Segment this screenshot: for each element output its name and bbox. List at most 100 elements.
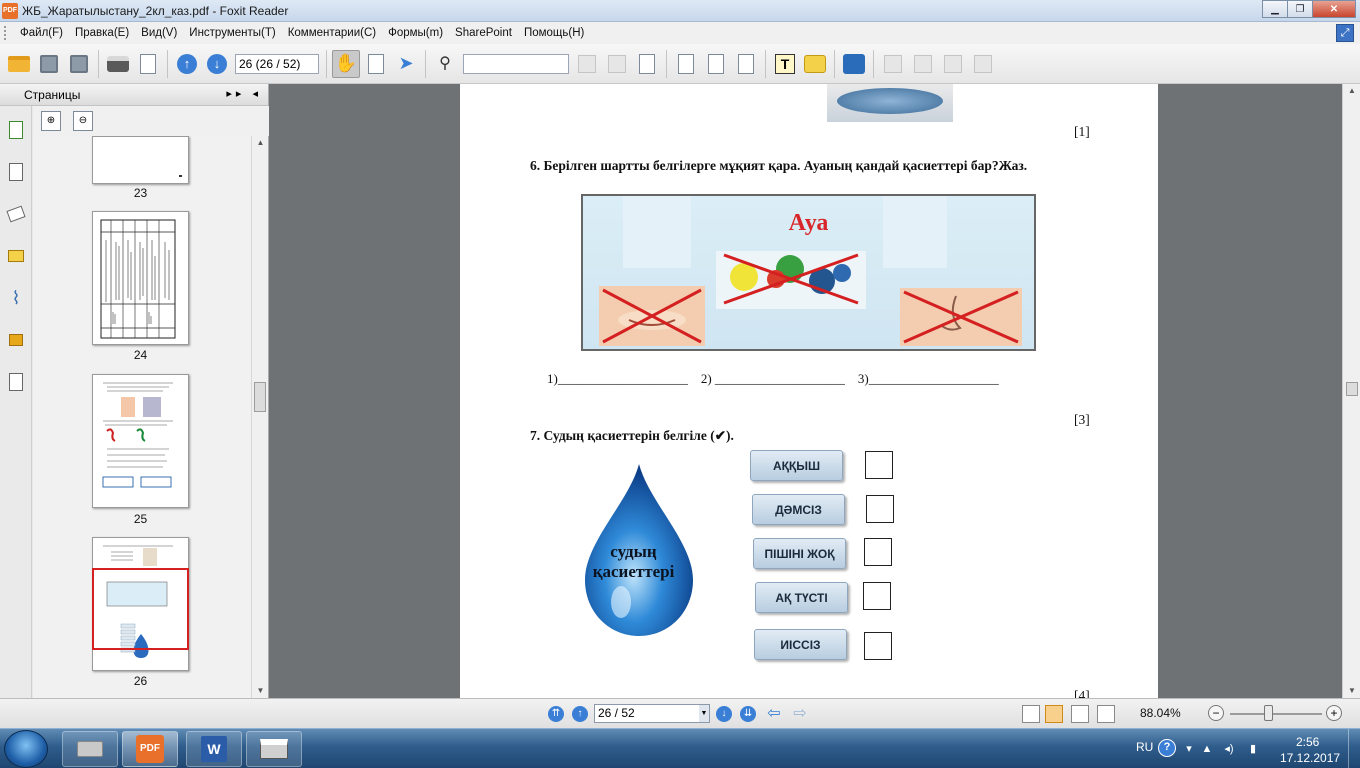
property-button-shapeless[interactable]: ПІШІНІ ЖОҚ: [753, 538, 846, 569]
scroll-down-arrow-icon[interactable]: ▼: [252, 684, 269, 698]
find-button[interactable]: ⚲: [431, 50, 459, 78]
current-view-box[interactable]: [92, 568, 189, 650]
sharepoint-button[interactable]: [840, 50, 868, 78]
network-icon[interactable]: ▮: [1246, 742, 1260, 756]
keyboard-icon[interactable]: ▾: [1182, 742, 1196, 756]
answer-blanks[interactable]: 1)____________________ 2) ______________…: [547, 371, 999, 387]
email-button[interactable]: [134, 50, 162, 78]
page-select-field[interactable]: 26 / 52 ▼: [594, 704, 710, 723]
pdf-create-button[interactable]: [879, 50, 907, 78]
fullscreen-icon[interactable]: ⤢: [1336, 24, 1354, 42]
menu-tools[interactable]: Инструменты(T): [183, 22, 281, 44]
menu-help[interactable]: Помощь(H): [518, 22, 590, 44]
taskbar-printer[interactable]: [246, 731, 302, 767]
maximize-button[interactable]: ❐: [1287, 0, 1313, 18]
menu-edit[interactable]: Правка(E): [69, 22, 135, 44]
pdf-export-button[interactable]: [939, 50, 967, 78]
start-button[interactable]: [4, 730, 48, 768]
print-button[interactable]: [104, 50, 132, 78]
open-button[interactable]: [5, 50, 33, 78]
typewriter-button[interactable]: T: [771, 50, 799, 78]
volume-icon[interactable]: ◂): [1222, 742, 1236, 756]
scroll-up-arrow-icon[interactable]: ▲: [1343, 84, 1360, 98]
menu-comments[interactable]: Комментарии(C): [282, 22, 382, 44]
thumbnail-scrollbar[interactable]: ▲ ▼: [251, 136, 268, 698]
fit-width-button[interactable]: [732, 50, 760, 78]
next-page-button[interactable]: ↓: [203, 50, 231, 78]
select-text-button[interactable]: [362, 50, 390, 78]
checkbox-odorless[interactable]: [864, 632, 892, 660]
pointer-tool-button[interactable]: ➤: [392, 50, 420, 78]
checkbox-flowing[interactable]: [865, 451, 893, 479]
menu-forms[interactable]: Формы(m): [382, 22, 449, 44]
checkbox-shapeless[interactable]: [864, 538, 892, 566]
prev-page-button[interactable]: ↑: [173, 50, 201, 78]
actual-size-button[interactable]: [672, 50, 700, 78]
document-scrollbar[interactable]: ▲ ▼: [1342, 84, 1360, 698]
document-scroll-thumb[interactable]: [1346, 382, 1358, 396]
clock-date[interactable]: 17.12.2017: [1280, 751, 1340, 765]
scroll-down-arrow-icon[interactable]: ▼: [1343, 684, 1360, 698]
forward-arrow-icon[interactable]: ⇨: [792, 706, 808, 722]
page-thumbnail-25[interactable]: [92, 374, 189, 508]
layers-icon[interactable]: [5, 202, 27, 226]
minimize-button[interactable]: ▁: [1262, 0, 1288, 18]
foxit-app-icon[interactable]: PDF: [2, 2, 18, 19]
taskbar-word[interactable]: W: [186, 731, 242, 767]
menu-view[interactable]: Вид(V): [135, 22, 183, 44]
attachment-icon[interactable]: ⌇: [5, 286, 27, 310]
signature-icon[interactable]: [5, 370, 27, 394]
search-options-button[interactable]: [633, 50, 661, 78]
show-desktop-button[interactable]: [1348, 729, 1360, 768]
save-button[interactable]: [35, 50, 63, 78]
chevron-down-icon[interactable]: ▼: [699, 705, 709, 722]
pdf-convert-button[interactable]: [909, 50, 937, 78]
language-indicator[interactable]: RU: [1136, 740, 1153, 754]
continuous-facing-view-icon[interactable]: [1097, 705, 1115, 723]
search-input[interactable]: [463, 53, 569, 74]
save-all-button[interactable]: [65, 50, 93, 78]
find-prev-button[interactable]: [573, 50, 601, 78]
property-button-white[interactable]: АҚ ТҮСТІ: [755, 582, 848, 613]
facing-view-icon[interactable]: [1071, 705, 1089, 723]
fit-page-button[interactable]: [702, 50, 730, 78]
checkbox-tasteless[interactable]: [866, 495, 894, 523]
zoom-slider[interactable]: [1230, 713, 1322, 715]
show-hidden-icons-icon[interactable]: ▲: [1200, 742, 1214, 756]
next-page-icon[interactable]: ↓: [716, 706, 732, 722]
menu-file[interactable]: Файл(F): [14, 22, 69, 44]
page-thumbnail-23[interactable]: [92, 136, 189, 184]
page-number-input[interactable]: [235, 53, 319, 74]
thumbnail-scroll-thumb[interactable]: [254, 382, 266, 412]
pdf-sign-button[interactable]: [969, 50, 997, 78]
zoom-in-icon[interactable]: +: [1326, 705, 1342, 721]
property-button-tasteless[interactable]: ДӘМСІЗ: [752, 494, 845, 525]
last-page-icon[interactable]: ⇊: [740, 706, 756, 722]
property-button-flowing[interactable]: АҚҚЫШ: [750, 450, 843, 481]
zoom-out-icon[interactable]: −: [1208, 705, 1224, 721]
single-page-view-icon[interactable]: [1022, 705, 1040, 723]
first-page-icon[interactable]: ⇈: [548, 706, 564, 722]
help-icon[interactable]: ?: [1158, 739, 1176, 757]
back-arrow-icon[interactable]: ⇦: [766, 706, 782, 722]
zoom-level[interactable]: 88.04%: [1140, 706, 1181, 720]
property-button-odorless[interactable]: ИІССІЗ: [754, 629, 847, 660]
taskbar-foxit-reader[interactable]: PDF: [122, 731, 178, 767]
clock-time[interactable]: 2:56: [1296, 735, 1319, 749]
find-next-button[interactable]: [603, 50, 631, 78]
note-button[interactable]: [801, 50, 829, 78]
hand-tool-button[interactable]: ✋: [332, 49, 360, 78]
menu-sharepoint[interactable]: SharePoint: [449, 22, 518, 44]
zoom-slider-handle[interactable]: [1264, 705, 1273, 721]
panel-collapse-icon[interactable]: ▸▸ ◂: [226, 87, 262, 100]
taskbar-explorer[interactable]: [62, 731, 118, 767]
previous-page-icon[interactable]: ↑: [572, 706, 588, 722]
scroll-up-arrow-icon[interactable]: ▲: [252, 136, 269, 150]
bookmarks-icon[interactable]: [5, 118, 27, 142]
pages-icon[interactable]: [5, 160, 27, 184]
comments-icon[interactable]: [5, 244, 27, 268]
zoom-out-thumbnails-icon[interactable]: ⊖: [73, 111, 93, 131]
security-lock-icon[interactable]: [5, 328, 27, 352]
zoom-in-thumbnails-icon[interactable]: ⊕: [41, 111, 61, 131]
page-thumbnail-24[interactable]: [92, 211, 189, 345]
